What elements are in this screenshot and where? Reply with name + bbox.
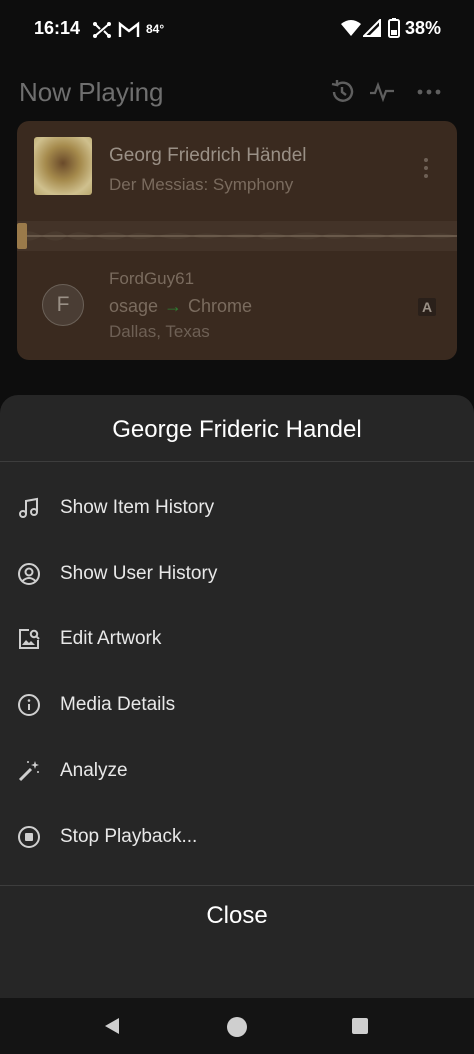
waveform-icon[interactable] [17,215,457,257]
user-circle-icon [18,563,40,585]
user-name: FordGuy61 [109,269,195,288]
card-more-icon[interactable] [421,157,431,179]
gmail-icon [118,21,140,37]
menu-item-media-details[interactable]: Media Details [0,675,474,735]
page-title: Now Playing [19,77,164,107]
track-subtitle: Der Messias: Symphony [109,175,294,194]
battery-percent: 38% [405,18,442,38]
quality-badge: A [418,298,436,316]
player-from: osage [109,296,159,316]
close-button[interactable]: Close [0,886,474,946]
bottom-sheet: George Frideric Handel Show Item History… [0,395,474,998]
avatar[interactable]: F [42,284,84,326]
menu-item-stop-playback[interactable]: Stop Playback... [0,807,474,867]
album-artwork [34,137,92,195]
sheet-title: George Frideric Handel [112,416,362,443]
signal-icon [363,19,381,37]
music-note-icon [19,497,38,518]
recents-icon[interactable] [351,1017,369,1035]
info-icon [18,694,40,716]
status-bar: 16:14 84° 38% [0,0,474,58]
shuffle-notification-icon [93,22,111,38]
menu-item-label: Show Item History [60,497,215,518]
menu-item-analyze[interactable]: Analyze [0,741,474,801]
history-icon[interactable] [328,78,356,106]
status-time: 16:14 [34,18,81,38]
arrow-right-icon: → [164,296,183,316]
menu-item-label: Media Details [60,694,176,715]
activity-icon[interactable] [368,78,396,106]
avatar-initial: F [56,293,70,316]
wifi-icon [341,20,361,36]
system-nav-bar [0,998,474,1054]
now-playing-card[interactable]: Georg Friedrich Händel Der Messias: Symp… [17,121,457,360]
menu-item-show-user-history[interactable]: Show User History [0,544,474,604]
menu-item-label: Analyze [60,760,128,781]
back-icon[interactable] [102,1016,122,1036]
magic-wand-icon [18,761,39,782]
divider [0,461,474,462]
more-icon[interactable] [415,78,443,106]
status-temperature: 84° [146,22,165,36]
menu-item-edit-artwork[interactable]: Edit Artwork [0,609,474,669]
player-to: Chrome [188,296,253,316]
stop-circle-icon [18,826,40,848]
app-header: Now Playing [0,66,474,118]
track-title: Georg Friedrich Händel [109,145,307,166]
menu-item-label: Show User History [60,563,218,584]
menu-item-label: Stop Playback... [60,826,198,847]
user-location: Dallas, Texas [109,322,210,341]
home-icon[interactable] [226,1016,248,1038]
battery-icon [388,18,400,38]
player-route: osage → Chrome [109,296,252,317]
menu-item-label: Edit Artwork [60,628,162,649]
image-edit-icon [19,629,40,649]
menu-item-show-item-history[interactable]: Show Item History [0,478,474,538]
